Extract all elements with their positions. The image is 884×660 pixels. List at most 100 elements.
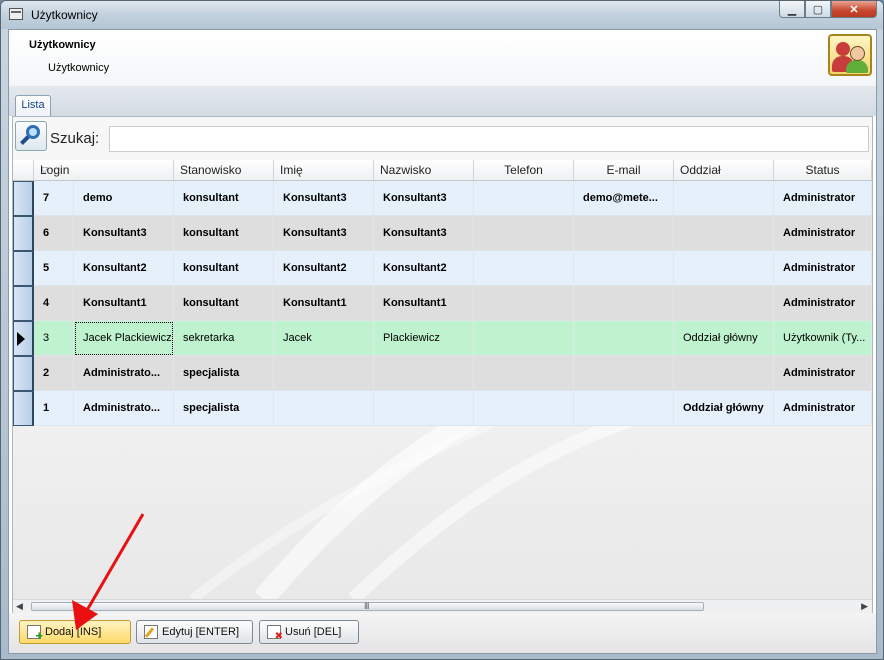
- cell-login[interactable]: Jacek Plackiewicz: [74, 321, 174, 356]
- cell-id[interactable]: 6: [34, 216, 74, 251]
- cell-email[interactable]: [574, 391, 674, 426]
- row-selector[interactable]: [13, 181, 34, 216]
- cell-id[interactable]: 7: [34, 181, 74, 216]
- row-selector[interactable]: [13, 286, 34, 321]
- cell-status[interactable]: Użytkownik (Ty...: [774, 321, 872, 356]
- cell-nazwisko[interactable]: [374, 391, 474, 426]
- row-selector[interactable]: [13, 216, 34, 251]
- add-button[interactable]: Dodaj [INS]: [19, 620, 131, 644]
- cell-login[interactable]: Konsultant3: [74, 216, 174, 251]
- cell-imie[interactable]: Jacek: [274, 321, 374, 356]
- tab-lista[interactable]: Lista: [15, 95, 51, 116]
- cell-telefon[interactable]: [474, 356, 574, 391]
- scroll-left-icon[interactable]: ◀: [16, 601, 23, 612]
- horizontal-scrollbar[interactable]: ◀ III ▶: [13, 599, 872, 613]
- cell-telefon[interactable]: [474, 321, 574, 356]
- cell-nazwisko[interactable]: Konsultant3: [374, 181, 474, 216]
- table-row[interactable]: 1 Administrato... specjalista Oddział główn…: [13, 391, 872, 426]
- column-header-selector[interactable]: ▽: [13, 160, 48, 180]
- cell-stanowisko[interactable]: konsultant: [174, 251, 274, 286]
- cell-imie[interactable]: Konsultant3: [274, 216, 374, 251]
- column-header-nazwisko[interactable]: Nazwisko: [374, 160, 474, 180]
- search-input[interactable]: [109, 126, 869, 152]
- scroll-right-icon[interactable]: ▶: [861, 601, 868, 612]
- column-header-telefon[interactable]: Telefon: [474, 160, 574, 180]
- cell-imie[interactable]: Konsultant2: [274, 251, 374, 286]
- title-bar[interactable]: Użytkownicy ▁ ▢ ✕: [1, 1, 883, 29]
- cell-login[interactable]: Administrato...: [74, 356, 174, 391]
- cell-oddzial[interactable]: [674, 251, 774, 286]
- table-row[interactable]: 5 Konsultant2 konsultant Konsultant2 Konsult…: [13, 251, 872, 286]
- cell-telefon[interactable]: [474, 286, 574, 321]
- cell-nazwisko[interactable]: [374, 356, 474, 391]
- cell-email[interactable]: [574, 216, 674, 251]
- cell-nazwisko[interactable]: Konsultant3: [374, 216, 474, 251]
- row-selector[interactable]: [13, 251, 34, 286]
- cell-id[interactable]: 3: [34, 321, 74, 356]
- minimize-button[interactable]: ▁: [779, 1, 805, 18]
- cell-login[interactable]: Administrato...: [74, 391, 174, 426]
- cell-email[interactable]: [574, 286, 674, 321]
- table-row[interactable]: 2 Administrato... specjalista Administrator: [13, 356, 872, 391]
- cell-stanowisko[interactable]: specjalista: [174, 356, 274, 391]
- cell-telefon[interactable]: [474, 216, 574, 251]
- cell-nazwisko[interactable]: Plackiewicz: [374, 321, 474, 356]
- column-header-stanowisko[interactable]: Stanowisko: [174, 160, 274, 180]
- cell-stanowisko[interactable]: konsultant: [174, 216, 274, 251]
- cell-login[interactable]: Konsultant2: [74, 251, 174, 286]
- cell-email[interactable]: [574, 356, 674, 391]
- delete-button[interactable]: Usuń [DEL]: [259, 620, 359, 644]
- cell-id[interactable]: 4: [34, 286, 74, 321]
- cell-status[interactable]: Administrator: [774, 286, 872, 321]
- cell-imie[interactable]: [274, 356, 374, 391]
- cell-email[interactable]: [574, 251, 674, 286]
- cell-status[interactable]: Administrator: [774, 356, 872, 391]
- table-row[interactable]: 3 Jacek Plackiewicz sekretarka Jacek Plackie…: [13, 321, 872, 356]
- row-selector[interactable]: [13, 356, 34, 391]
- edit-button[interactable]: Edytuj [ENTER]: [136, 620, 253, 644]
- column-header-email[interactable]: E-mail: [574, 160, 674, 180]
- cell-nazwisko[interactable]: Konsultant2: [374, 251, 474, 286]
- cell-status[interactable]: Administrator: [774, 216, 872, 251]
- row-selector[interactable]: [13, 321, 34, 356]
- cell-oddzial[interactable]: Oddział główny: [674, 391, 774, 426]
- cell-oddzial[interactable]: Oddział główny: [674, 321, 774, 356]
- cell-stanowisko[interactable]: konsultant: [174, 181, 274, 216]
- table-row[interactable]: 4 Konsultant1 konsultant Konsultant1 Konsult…: [13, 286, 872, 321]
- cell-status[interactable]: Administrator: [774, 181, 872, 216]
- cell-id[interactable]: 5: [34, 251, 74, 286]
- close-button[interactable]: ✕: [831, 1, 877, 18]
- cell-id[interactable]: 2: [34, 356, 74, 391]
- cell-telefon[interactable]: [474, 251, 574, 286]
- cell-email[interactable]: [574, 321, 674, 356]
- column-header-imie[interactable]: Imię: [274, 160, 374, 180]
- column-header-oddzial[interactable]: Oddział: [674, 160, 774, 180]
- scroll-thumb[interactable]: III: [31, 601, 704, 611]
- table-row[interactable]: 7 demo konsultant Konsultant3 Konsultant3 dem…: [13, 181, 872, 216]
- maximize-button[interactable]: ▢: [805, 1, 831, 18]
- column-header-status[interactable]: Status: [774, 160, 872, 180]
- cell-id[interactable]: 1: [34, 391, 74, 426]
- cell-oddzial[interactable]: [674, 181, 774, 216]
- cell-status[interactable]: Administrator: [774, 391, 872, 426]
- cell-email[interactable]: demo@mete...: [574, 181, 674, 216]
- cell-oddzial[interactable]: [674, 286, 774, 321]
- cell-telefon[interactable]: [474, 181, 574, 216]
- cell-telefon[interactable]: [474, 391, 574, 426]
- cell-status[interactable]: Administrator: [774, 251, 872, 286]
- table-row[interactable]: 6 Konsultant3 konsultant Konsultant3 Konsult…: [13, 216, 872, 251]
- cell-oddzial[interactable]: [674, 356, 774, 391]
- cell-nazwisko[interactable]: Konsultant1: [374, 286, 474, 321]
- cell-imie[interactable]: Konsultant3: [274, 181, 374, 216]
- cell-oddzial[interactable]: [674, 216, 774, 251]
- cell-login[interactable]: demo: [74, 181, 174, 216]
- cell-stanowisko[interactable]: specjalista: [174, 391, 274, 426]
- cell-stanowisko[interactable]: sekretarka: [174, 321, 274, 356]
- cell-imie[interactable]: Konsultant1: [274, 286, 374, 321]
- cell-imie[interactable]: [274, 391, 374, 426]
- cell-login[interactable]: Konsultant1: [74, 286, 174, 321]
- cell-stanowisko[interactable]: konsultant: [174, 286, 274, 321]
- column-header-login[interactable]: Login: [34, 160, 174, 180]
- row-selector[interactable]: [13, 391, 34, 426]
- search-icon[interactable]: [15, 121, 47, 151]
